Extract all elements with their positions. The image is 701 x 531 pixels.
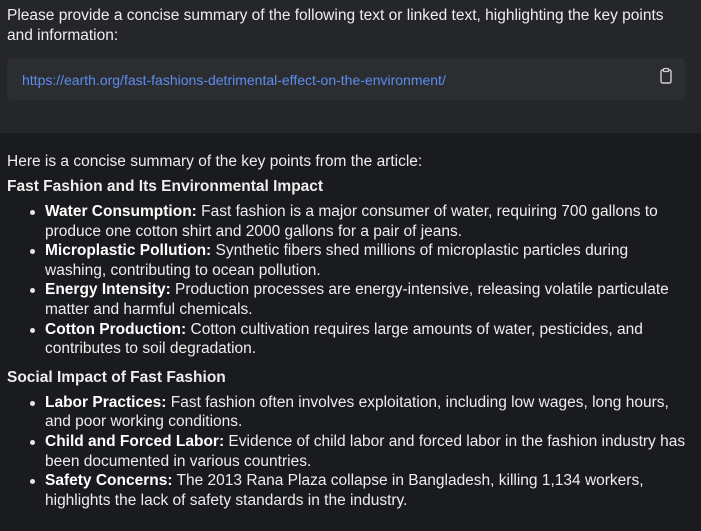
prompt-text: Please provide a concise summary of the … <box>7 7 664 44</box>
item-label: Child and Forced Labor: <box>45 432 225 450</box>
list-item: Water Consumption: Fast fashion is a maj… <box>30 202 693 241</box>
item-label: Labor Practices: <box>45 393 167 411</box>
list-item: Labor Practices: Fast fashion often invo… <box>30 393 693 432</box>
list-item: Energy Intensity: Production processes a… <box>30 280 693 319</box>
item-label: Microplastic Pollution: <box>45 242 212 260</box>
item-label: Safety Concerns: <box>45 472 173 490</box>
social-points-list: Labor Practices: Fast fashion often invo… <box>7 393 693 511</box>
list-item: Cotton Production: Cotton cultivation re… <box>30 320 693 359</box>
section-title-social: Social Impact of Fast Fashion <box>7 368 226 386</box>
user-message: Please provide a concise summary of the … <box>0 0 701 133</box>
response-intro: Here is a concise summary of the key poi… <box>7 153 423 170</box>
article-link[interactable]: https://earth.org/fast-fashions-detrimen… <box>22 71 446 89</box>
item-label: Water Consumption: <box>45 203 197 220</box>
clipboard-icon[interactable] <box>656 66 676 86</box>
item-label: Cotton Production: <box>45 320 187 338</box>
list-item: Safety Concerns: The 2013 Rana Plaza col… <box>30 471 693 510</box>
link-code-block: https://earth.org/fast-fashions-detrimen… <box>7 58 686 100</box>
list-item: Child and Forced Labor: Evidence of chil… <box>30 432 693 471</box>
section-title-environmental: Fast Fashion and Its Environmental Impac… <box>7 178 324 195</box>
list-item: Microplastic Pollution: Synthetic fibers… <box>30 241 693 280</box>
item-label: Energy Intensity: <box>45 281 171 299</box>
environmental-points-list: Water Consumption: Fast fashion is a maj… <box>7 202 693 359</box>
assistant-response: Here is a concise summary of the key poi… <box>7 150 693 516</box>
